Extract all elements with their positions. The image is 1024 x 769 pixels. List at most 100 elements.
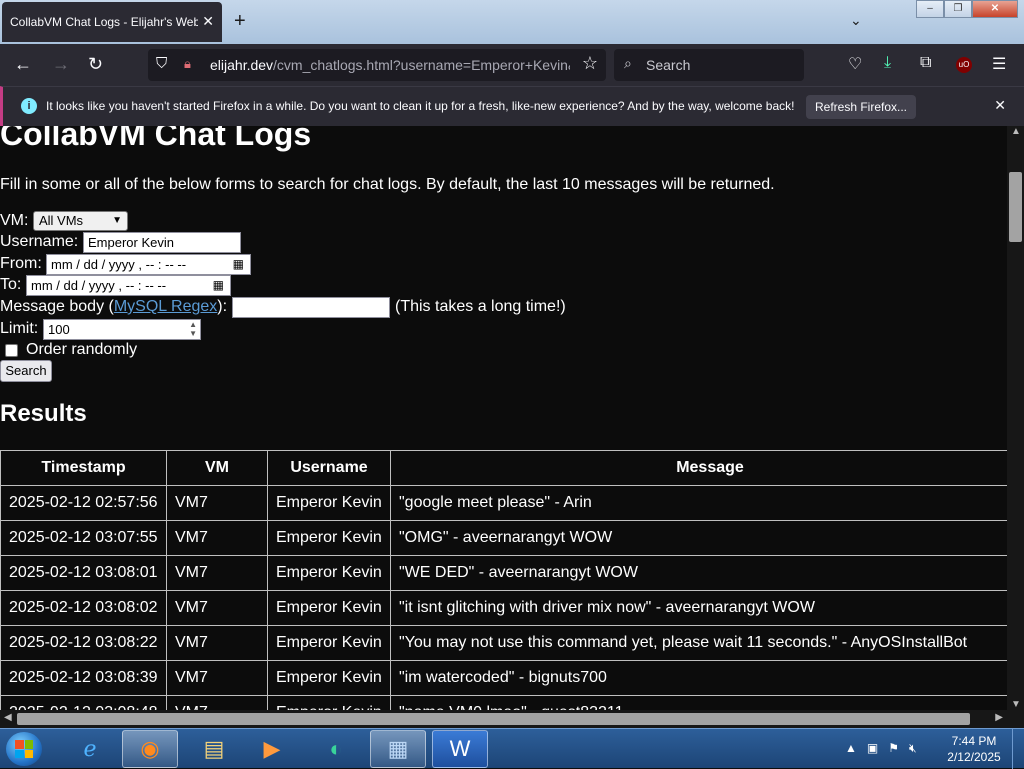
vm-select-value: All VMs [39,213,84,228]
calendar-icon[interactable]: ▦ [213,276,224,295]
taskbar: ℯ ◉ ▤ ▶ ◐ ▦ W ▲ ▣ ⚑ 🔇︎ 7:44 PM 2/12/2025 [0,728,1024,769]
media-player-icon[interactable]: ▶ [244,730,300,768]
limit-input[interactable]: 100 ▲ ▼ [43,319,201,340]
cell-username: Emperor Kevin [267,590,391,626]
limit-value: 100 [48,322,70,337]
calendar-icon[interactable]: ▦ [233,255,244,274]
back-icon[interactable]: ← [14,54,32,75]
cell-vm: VM7 [166,520,268,556]
message-label-post: ): [217,298,228,315]
cell-vm: VM7 [166,485,268,521]
star-icon[interactable]: ☆ [582,53,598,74]
cell-timestamp: 2025-02-12 03:08:02 [0,590,167,626]
extensions-icon[interactable]: ⧉ [920,54,931,72]
scroll-right-icon[interactable]: ▶ [995,712,1003,723]
scroll-left-icon[interactable]: ◀ [4,712,12,723]
scroll-down-icon[interactable]: ▼ [1011,699,1021,710]
message-label-pre: Message body ( [0,298,114,315]
to-label: To: [0,276,22,293]
close-icon[interactable]: ✕ [994,97,1006,114]
cell-username: Emperor Kevin [267,555,391,591]
pocket-icon[interactable]: ♡ [848,54,862,74]
download-icon[interactable]: ⤓ [884,54,891,72]
order-randomly-label: Order randomly [26,341,138,358]
tab-title: CollabVM Chat Logs - Elijahr's Web [10,15,198,29]
cell-vm: VM7 [166,555,268,591]
limit-label: Limit: [0,320,39,337]
username-input[interactable]: Emperor Kevin [83,232,241,253]
message-note: (This takes a long time!) [395,298,566,315]
cell-username: Emperor Kevin [267,695,391,710]
minimize-button[interactable]: – [916,0,944,18]
url-bar[interactable]: ⛉ 🔒︎ elijahr.dev/cvm_chatlogs.html?usern… [148,49,606,81]
vm-label: VM: [0,212,29,229]
maximize-button[interactable]: ❐ [944,0,972,18]
firefox-icon[interactable]: ◉ [122,730,178,768]
list-tabs-icon[interactable]: ⌄ [850,12,862,29]
window-close-button[interactable]: ✕ [972,0,1018,18]
horizontal-scroll-thumb[interactable] [17,713,970,725]
cell-vm: VM7 [166,660,268,696]
volume-muted-icon[interactable]: 🔇︎ [909,741,917,756]
flag-icon[interactable]: ⚑ [888,741,899,756]
from-datetime-input[interactable]: mm / dd / yyyy , -- : -- -- ▦ [46,254,251,275]
page-content: CollabVM Chat Logs Fill in some or all o… [0,126,1007,710]
cell-message: "You may not use this command yet, pleas… [390,625,1007,661]
forward-icon[interactable]: → [52,54,70,75]
url-text[interactable]: elijahr.dev/cvm_chatlogs.html?username=E… [210,57,570,73]
browser-icon[interactable]: ◐ [308,730,364,768]
message-label: Message body (MySQL Regex): [0,298,227,316]
table-row: 2025-02-12 03:07:55 VM7 Emperor Kevin "OMG"… [0,520,1007,556]
spinner-icon[interactable]: ▲ ▼ [189,320,197,338]
cell-vm: VM7 [166,625,268,661]
network-icon[interactable]: ▣ [867,741,878,756]
horizontal-scrollbar[interactable]: ◀ ▶ [0,710,1007,728]
cell-timestamp: 2025-02-12 03:08:48 [0,695,167,710]
vm-select[interactable]: All VMs ▼ [33,211,128,231]
cell-message: "it isnt glitching with driver mix now" … [390,590,1007,626]
menu-icon[interactable]: ☰ [992,54,1006,74]
cell-message: "OMG" - aveernarangyt WOW [390,520,1007,556]
cell-username: Emperor Kevin [267,660,391,696]
close-tab-icon[interactable]: ✕ [202,13,214,30]
new-tab-icon[interactable]: + [234,10,246,33]
cell-timestamp: 2025-02-12 03:08:01 [0,555,167,591]
message-body-input[interactable] [232,297,390,318]
start-button[interactable] [6,732,42,766]
search-button[interactable]: Search [0,360,52,382]
to-datetime-input[interactable]: mm / dd / yyyy , -- : -- -- ▦ [26,275,231,296]
control-panel-icon[interactable]: ▦ [370,730,426,768]
vertical-scrollbar[interactable]: ▲ ▼ [1007,126,1024,710]
cell-username: Emperor Kevin [267,485,391,521]
refresh-firefox-button[interactable]: Refresh Firefox... [806,95,916,119]
word-icon[interactable]: W [432,730,488,768]
scroll-up-icon[interactable]: ▲ [1011,126,1021,137]
table-row: 2025-02-12 03:08:02 VM7 Emperor Kevin "it i… [0,590,1007,626]
lock-icon[interactable]: 🔒︎ [184,56,191,72]
show-desktop-button[interactable] [1012,729,1024,769]
info-icon: i [21,98,37,114]
vertical-scroll-thumb[interactable] [1009,172,1022,242]
mysql-regex-link[interactable]: MySQL Regex [114,298,217,315]
clock[interactable]: 7:44 PM 2/12/2025 [943,733,1005,765]
table-header-row: Timestamp VM Username Message [0,450,1007,486]
show-hidden-icons-icon[interactable]: ▲ [845,741,857,756]
reload-icon[interactable]: ↻ [88,54,103,75]
cell-timestamp: 2025-02-12 03:08:22 [0,625,167,661]
cell-timestamp: 2025-02-12 03:07:55 [0,520,167,556]
search-bar[interactable]: ⌕ Search [614,49,804,81]
file-explorer-icon[interactable]: ▤ [186,730,242,768]
order-randomly-checkbox[interactable] [5,344,18,357]
cell-timestamp: 2025-02-12 02:57:56 [0,485,167,521]
from-label: From: [0,255,42,272]
column-header: Message [390,450,1007,486]
table-row: 2025-02-12 03:08:39 VM7 Emperor Kevin "im w… [0,660,1007,696]
table-row: 2025-02-12 02:57:56 VM7 Emperor Kevin "goog… [0,485,1007,521]
ublock-icon[interactable]: uO [956,57,972,73]
internet-explorer-icon[interactable]: ℯ [62,730,118,768]
cell-username: Emperor Kevin [267,625,391,661]
shield-icon[interactable]: ⛉ [156,55,167,72]
browser-tab[interactable]: CollabVM Chat Logs - Elijahr's Web ✕ [2,2,222,42]
cell-timestamp: 2025-02-12 03:08:39 [0,660,167,696]
scrollbar-corner [1007,710,1024,728]
